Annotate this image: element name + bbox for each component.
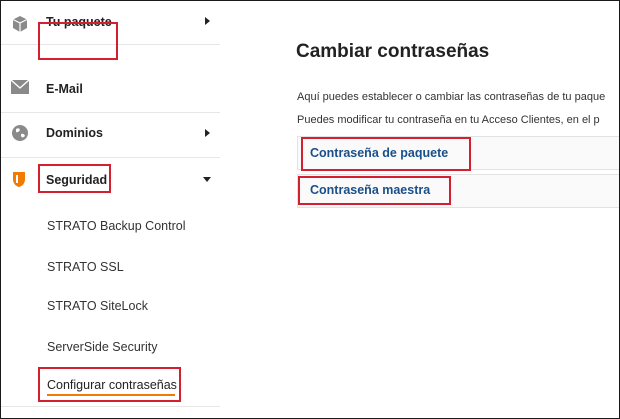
sidebar-item-email[interactable]: E-Mail — [1, 68, 220, 113]
divider — [1, 406, 220, 407]
sidebar-item-label: E-Mail — [46, 82, 83, 96]
sidebar: Tu paquete E-Mail Dominios Seguridad STR… — [1, 1, 220, 418]
sidebar-subitem-serverside-security[interactable]: ServerSide Security — [47, 340, 157, 354]
highlight-box — [38, 367, 181, 402]
package-icon — [11, 15, 29, 33]
sidebar-item-dominios[interactable]: Dominios — [1, 112, 220, 158]
highlight-box — [298, 176, 451, 205]
sidebar-subitem-ssl[interactable]: STRATO SSL — [47, 260, 124, 274]
chevron-down-icon — [203, 177, 211, 182]
globe-icon — [11, 124, 29, 142]
sidebar-subitem-sitelock[interactable]: STRATO SiteLock — [47, 299, 148, 313]
chevron-right-icon — [205, 17, 210, 25]
sidebar-subitem-backup[interactable]: STRATO Backup Control — [47, 219, 185, 233]
sidebar-item-label: Dominios — [46, 126, 103, 140]
chevron-right-icon — [205, 129, 210, 137]
intro-paragraph: Puedes modificar tu contraseña en tu Acc… — [297, 114, 600, 126]
page-title: Cambiar contraseñas — [296, 41, 490, 62]
highlight-box — [38, 164, 111, 193]
shield-icon — [12, 171, 30, 189]
highlight-box — [301, 137, 471, 171]
intro-paragraph: Aquí puedes establecer o cambiar las con… — [297, 91, 606, 103]
mail-icon — [10, 79, 30, 98]
highlight-box — [38, 22, 118, 60]
